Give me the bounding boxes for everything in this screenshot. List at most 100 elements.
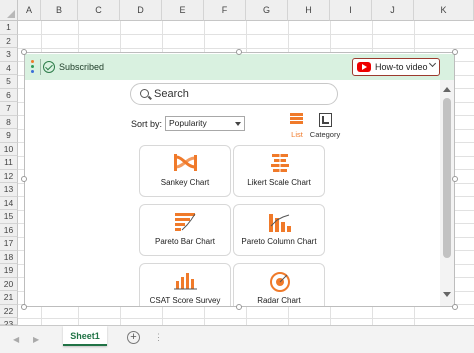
dot-blue <box>31 70 34 73</box>
chart-addin-panel[interactable]: Subscribed How-to video Search Sort by: … <box>24 52 455 307</box>
column-header-h[interactable]: H <box>288 0 330 21</box>
column-header-c[interactable]: C <box>78 0 120 21</box>
drag-handle-icon[interactable] <box>31 60 35 74</box>
resize-handle[interactable] <box>21 304 27 310</box>
row-header-16[interactable]: 16 <box>0 223 18 237</box>
add-sheet-button[interactable]: + <box>127 331 140 344</box>
view-category-button[interactable]: Category <box>308 111 342 141</box>
scroll-down-arrow-icon[interactable] <box>443 292 451 297</box>
chevron-down-icon <box>428 59 437 68</box>
gridline <box>18 317 474 319</box>
row-header-9[interactable]: 9 <box>0 129 18 143</box>
view-category-label: Category <box>309 130 341 139</box>
resize-handle[interactable] <box>452 176 458 182</box>
chart-card-label: Sankey Chart <box>160 178 210 187</box>
sort-by-select[interactable]: Popularity <box>165 116 245 131</box>
row-header-19[interactable]: 19 <box>0 264 18 278</box>
gridline <box>18 47 474 49</box>
row-header-21[interactable]: 21 <box>0 291 18 305</box>
panel-scrollbar[interactable] <box>440 80 454 306</box>
check-circle-icon <box>43 61 55 73</box>
youtube-icon <box>357 62 371 72</box>
row-header-12[interactable]: 12 <box>0 169 18 183</box>
chart-card-label: Pareto Column Chart <box>241 237 317 246</box>
pareto-column-icon <box>269 214 291 232</box>
search-placeholder: Search <box>154 88 189 100</box>
row-header-17[interactable]: 17 <box>0 237 18 251</box>
list-icon <box>290 113 303 127</box>
howto-video-label: How-to video <box>375 62 428 72</box>
column-header-g[interactable]: G <box>246 0 288 21</box>
resize-handle[interactable] <box>452 49 458 55</box>
caret-down-icon <box>235 122 241 126</box>
column-header-b[interactable]: B <box>41 0 78 21</box>
column-header-d[interactable]: D <box>120 0 162 21</box>
tab-separator-icon[interactable]: ⋮ <box>154 332 163 343</box>
resize-handle[interactable] <box>236 49 242 55</box>
row-header-22[interactable]: 22 <box>0 304 18 318</box>
search-input[interactable]: Search <box>130 83 338 105</box>
previous-sheet-icon[interactable]: ◀ <box>13 335 19 344</box>
row-header-4[interactable]: 4 <box>0 61 18 75</box>
column-header-f[interactable]: F <box>204 0 246 21</box>
radar-chart-icon <box>270 272 290 292</box>
csat-chart-icon <box>174 273 197 290</box>
sort-by-value: Popularity <box>169 118 207 128</box>
chart-card-label: Pareto Bar Chart <box>154 237 216 246</box>
sankey-chart-icon <box>174 154 197 171</box>
resize-handle[interactable] <box>452 304 458 310</box>
resize-handle[interactable] <box>21 49 27 55</box>
chart-card-csat[interactable]: CSAT Score Survey <box>139 263 231 306</box>
subscription-status: Subscribed <box>59 62 105 72</box>
chart-card-pareto-bar[interactable]: Pareto Bar Chart <box>139 204 231 256</box>
topbar-divider <box>40 59 41 75</box>
column-header-k[interactable]: K <box>414 0 474 21</box>
row-header-8[interactable]: 8 <box>0 115 18 129</box>
pareto-bar-icon <box>175 213 196 231</box>
scroll-up-arrow-icon[interactable] <box>443 87 451 92</box>
addin-content: Search Sort by: Popularity List Category… <box>25 80 440 306</box>
sheet-tab-sheet1[interactable]: Sheet1 <box>63 326 107 346</box>
row-header-3[interactable]: 3 <box>0 48 18 62</box>
row-header-13[interactable]: 13 <box>0 183 18 197</box>
likert-chart-icon <box>271 153 289 174</box>
row-header-5[interactable]: 5 <box>0 75 18 89</box>
resize-handle[interactable] <box>21 176 27 182</box>
row-header-20[interactable]: 20 <box>0 277 18 291</box>
addin-topbar: Subscribed How-to video <box>25 54 454 80</box>
chart-card-label: Likert Scale Chart <box>247 178 311 187</box>
sheet-tab-label: Sheet1 <box>70 331 100 341</box>
dot-orange <box>31 60 34 63</box>
column-header-j[interactable]: J <box>372 0 414 21</box>
chart-card-likert[interactable]: Likert Scale Chart <box>233 145 325 197</box>
sheet-tab-bar: ◀ ▶ Sheet1 + ⋮ <box>0 325 474 353</box>
row-header-18[interactable]: 18 <box>0 250 18 264</box>
row-header-7[interactable]: 7 <box>0 102 18 116</box>
gridline <box>18 34 474 35</box>
next-sheet-icon[interactable]: ▶ <box>33 335 39 344</box>
column-header-a[interactable]: A <box>18 0 41 21</box>
row-header-2[interactable]: 2 <box>0 34 18 48</box>
row-header-10[interactable]: 10 <box>0 142 18 156</box>
chart-card-pareto-column[interactable]: Pareto Column Chart <box>233 204 325 256</box>
dot-green <box>31 65 34 68</box>
chart-card-sankey[interactable]: Sankey Chart <box>139 145 231 197</box>
howto-video-button[interactable]: How-to video <box>352 58 440 76</box>
row-header-1[interactable]: 1 <box>0 21 18 35</box>
chart-card-label: CSAT Score Survey <box>149 296 221 305</box>
resize-handle[interactable] <box>236 304 242 310</box>
row-header-23[interactable]: 23 <box>0 318 18 329</box>
column-header-i[interactable]: I <box>330 0 372 21</box>
row-header-14[interactable]: 14 <box>0 196 18 210</box>
row-header-15[interactable]: 15 <box>0 210 18 224</box>
row-header-11[interactable]: 11 <box>0 156 18 170</box>
scroll-thumb[interactable] <box>443 98 451 258</box>
chart-card-radar[interactable]: Radar Chart <box>233 263 325 306</box>
select-all-corner[interactable] <box>0 0 18 21</box>
category-tree-icon <box>319 113 332 127</box>
sort-by-label: Sort by: <box>131 119 163 129</box>
search-icon <box>140 89 149 98</box>
row-header-6[interactable]: 6 <box>0 88 18 102</box>
chart-card-label: Radar Chart <box>257 296 301 305</box>
column-header-e[interactable]: E <box>162 0 204 21</box>
